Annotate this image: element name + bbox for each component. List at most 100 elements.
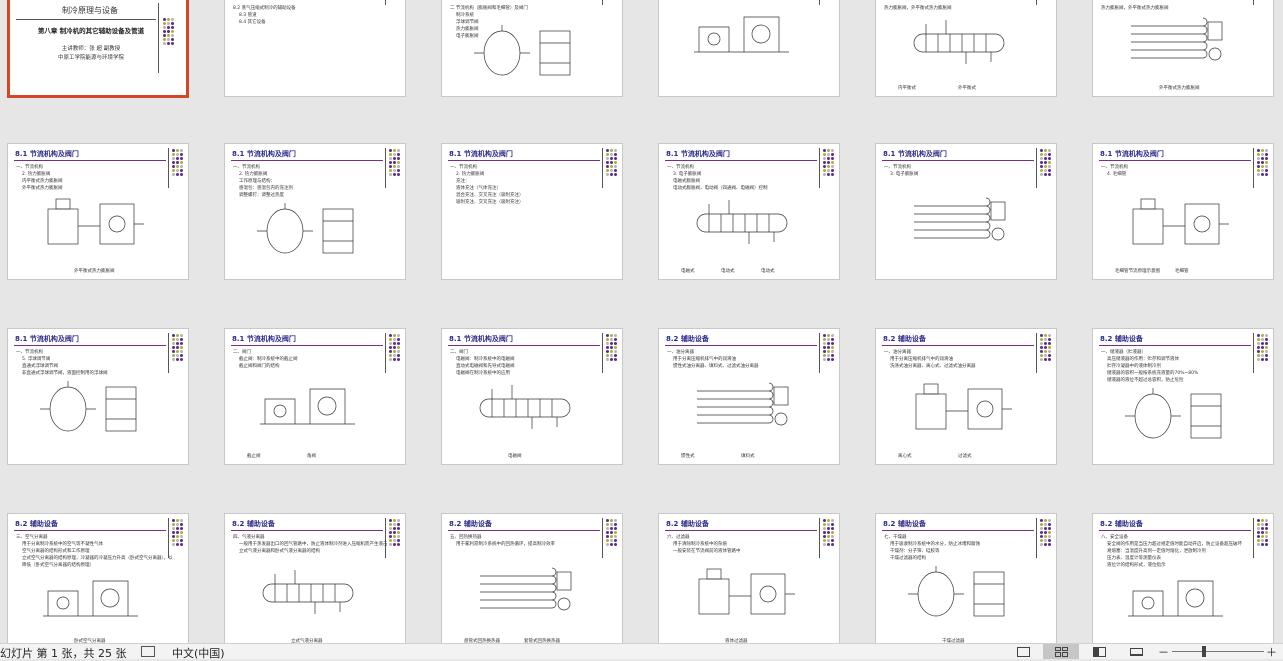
slide-title: 8.2 辅助设备 [449, 520, 492, 528]
slide-bullet: 储液器的容积一般按系统充液量的70%~80% [1107, 371, 1199, 376]
vertical-rule [1036, 148, 1037, 188]
slide-bullet: 一、节流机构 [16, 165, 43, 170]
slide-thumbnail-21[interactable]: 8.2 辅助设备 五、回热换热器 用于氟利昂制冷系统中的回热循环，提高制冷效率 盘管式… [441, 513, 623, 643]
slide-bullet: 惯性式油分离器、填料式、过滤式油分离器 [673, 364, 759, 369]
slide-bullet: 六、过滤器 [667, 535, 690, 540]
slide-bullet: 截止阀：制冷系统中的截止阀 [239, 357, 298, 362]
figure-caption: 角阀 [307, 454, 316, 459]
slideshow-view-button[interactable] [1118, 644, 1154, 659]
title-rule [882, 160, 1034, 161]
slide-bullet: 调整螺钉：调整过热度 [239, 193, 284, 198]
figure-caption: 惯性式 [681, 454, 695, 459]
title-rule [665, 160, 817, 161]
slide-thumbnail-5[interactable]: 热力膨胀阀，外平衡式热力膨胀阀 内平衡式 外平衡式 [875, 0, 1057, 97]
slide-thumbnail-6[interactable]: 热力膨胀阀，外平衡式热力膨胀阀外平衡式热力膨胀阀 [1092, 0, 1274, 97]
slide-thumbnail-23[interactable]: 8.2 辅助设备 七、干燥器 用于吸收制冷系统中的水分，防止冰堵和腐蚀 干燥剂：分子筛… [875, 513, 1057, 643]
slide-bullet: 直通式浮球调节阀 [22, 364, 58, 369]
slide-bullet: 一、油分离器 [667, 350, 694, 355]
slide-thumbnail-18[interactable]: 8.2 辅助设备 一、储液器（贮液器） 高压储液器的作用：贮存和调节液体 贮存冷凝器中… [1092, 328, 1274, 465]
slide-thumbnail-15[interactable]: 8.1 节流机构及阀门 二、阀门 电磁阀：制冷系统中的电磁阀 直动式电磁阀和先导式电磁… [441, 328, 623, 465]
slide-figure [906, 14, 1016, 78]
zoom-slider-thumb[interactable] [1202, 646, 1206, 657]
zoom-in-button[interactable]: ＋ [1266, 644, 1277, 660]
slide-bullet: 电磁式膨胀阀 [673, 179, 700, 184]
slide-bullet: 一、节流机构 [450, 165, 477, 170]
decorative-dots [606, 334, 620, 361]
slide-thumbnail-16[interactable]: 8.2 辅助设备 一、油分离器 用于分离压缩机排气中的润滑油 惯性式油分离器、填料式、… [658, 328, 840, 465]
diagram-figure [257, 203, 354, 254]
slide-thumbnail-24[interactable]: 8.2 辅助设备 八、安全设备 安全阀的作用是当压力超过规定值时能自动开启，防止设备… [1092, 513, 1274, 643]
title-rule [1099, 345, 1251, 346]
slide-thumbnail-2[interactable]: 8.2 蒸气压缩式制冷的辅助设备 8.3 管道 8.4 其它设备 [224, 0, 406, 97]
slide-bullet: 三、空气分离器 [16, 535, 48, 540]
vertical-rule [602, 0, 603, 5]
slide-sorter-view-button[interactable] [1043, 644, 1079, 659]
slide-title: 8.2 辅助设备 [883, 520, 926, 528]
slide-bullet: 一、节流机构 [16, 350, 43, 355]
title-rule [231, 530, 383, 531]
slide-thumbnail-8[interactable]: 8.1 节流机构及阀门 一、节流机构 2. 热力膨胀阀 工作原理与结构： 感温包：感温包… [224, 143, 406, 280]
diagram-figure [43, 580, 138, 617]
vertical-rule [819, 0, 820, 5]
slide-thumbnail-14[interactable]: 8.1 节流机构及阀门 二、阀门 截止阀：制冷系统中的截止阀 截止阀和阀门的结构 截止阀… [224, 328, 406, 465]
vertical-rule [819, 148, 820, 188]
slide-subtitle: 第八章 制冷机的其它辅助设备及管道 [37, 27, 145, 35]
slide-figure [906, 379, 1016, 443]
slide-title: 8.1 节流机构及阀门 [449, 150, 513, 158]
reading-view-button[interactable] [1081, 644, 1117, 659]
slide-thumbnail-19[interactable]: 8.2 辅助设备 三、空气分离器 用于分离制冷系统中的空气等不凝性气体 空气分离器的结… [7, 513, 189, 643]
slide-sorter-pane[interactable]: 制冷原理与设备 第八章 制冷机的其它辅助设备及管道 主讲教师：张 超 副教授 中原工学… [0, 0, 1283, 643]
figure-caption: 内平衡式 [898, 86, 916, 91]
figure-caption: 截止阀 [247, 454, 261, 459]
slide-thumbnail-22[interactable]: 8.2 辅助设备 六、过滤器 用于清除制冷系统中的杂质 一般安装在节流阀前的液体管路中… [658, 513, 840, 643]
decorative-dots [172, 334, 186, 361]
normal-view-button[interactable] [1005, 644, 1041, 659]
slide-bullet: 二 节流机构（膨胀阀和毛细管）及阀门 [450, 6, 528, 11]
title-rule [231, 160, 383, 161]
vertical-rule [385, 148, 386, 188]
slide-bullet: 用于氟利昂制冷系统中的回热循环，提高制冷效率 [456, 542, 555, 547]
diagram-figure [260, 388, 355, 425]
diagram-figure [915, 383, 1012, 430]
zoom-out-button[interactable]: － [1158, 644, 1169, 660]
normal-view-icon [1016, 646, 1030, 657]
slide-bullet: 热力膨胀阀，外平衡式热力膨胀阀 [1101, 6, 1169, 11]
slide-bullet: 一、节流机构 [667, 165, 694, 170]
slide-figure [38, 571, 148, 635]
slide-figure [472, 379, 582, 443]
slide-thumbnail-4[interactable] [658, 0, 840, 97]
slide-bullet: 洗涤式油分离器、离心式、过滤式油分离器 [890, 364, 976, 369]
slide-thumbnail-9[interactable]: 8.1 节流机构及阀门 一、节流机构 2. 热力膨胀阀 充注： 液体充注（气体充注） 混合… [441, 143, 623, 280]
slide-figure [472, 564, 582, 628]
slide-thumbnail-11[interactable]: 8.1 节流机构及阀门 一、节流机构 3. 电子膨胀阀 [875, 143, 1057, 280]
decorative-dots [389, 334, 403, 361]
slide-bullet: 易熔塞：当温度升高到一定值时熔化，泄放制冷剂 [1107, 549, 1206, 554]
slide-thumbnail-10[interactable]: 8.1 节流机构及阀门 一、节流机构 3. 电子膨胀阀 电磁式膨胀阀 电动式膨胀阀，电动… [658, 143, 840, 280]
slide-thumbnail-17[interactable]: 8.2 辅助设备 一、油分离器 用于分离压缩机排气中的润滑油 洗涤式油分离器、离心式、… [875, 328, 1057, 465]
slide-bullet: 二、阀门 [450, 350, 468, 355]
slide-figure [1123, 571, 1233, 635]
slide-thumbnail-20[interactable]: 8.2 辅助设备 四、气液分离器 一般用于蒸发器出口的回气管路中，防止液体制冷剂进入… [224, 513, 406, 643]
slide-title: 8.2 辅助设备 [15, 520, 58, 528]
notes-icon[interactable] [141, 646, 155, 657]
slide-figure [38, 379, 148, 443]
vertical-rule [1253, 148, 1254, 188]
slide-thumbnail-12[interactable]: 8.1 节流机构及阀门 一、节流机构 4. 毛细管 毛细管节流原理示意图 毛细管 [1092, 143, 1274, 280]
figure-caption: 外平衡式热力膨胀阀 [1159, 86, 1200, 91]
slide-thumbnail-1[interactable]: 制冷原理与设备 第八章 制冷机的其它辅助设备及管道 主讲教师：张 超 副教授 中原工学… [7, 0, 189, 98]
slide-bullet: 8.4 其它设备 [239, 20, 266, 25]
vertical-rule [1253, 518, 1254, 558]
status-bar: 幻灯片 第 1 张，共 25 张 中文(中国) － ＋ [0, 643, 1283, 660]
slide-title: 8.1 节流机构及阀门 [883, 150, 947, 158]
slide-bullet: 用于分离制冷系统中的空气等不凝性气体 [22, 542, 103, 547]
slide-thumbnail-7[interactable]: 8.1 节流机构及阀门 一、节流机构 2. 热力膨胀阀 内平衡式热力膨胀阀 外平衡式热力… [7, 143, 189, 280]
slide-thumbnail-3[interactable]: 二 节流机构（膨胀阀和毛细管）及阀门 制冷系统 浮球调节阀 热力膨胀阀 电子膨胀阀 [441, 0, 623, 97]
vertical-rule [168, 148, 169, 188]
slide-title: 8.2 辅助设备 [1100, 335, 1143, 343]
zoom-slider-track[interactable] [1172, 651, 1264, 652]
slide-bullet: 降低（卧式空气分离器的结构原理） [22, 563, 94, 568]
figure-caption: 毛细管 [1175, 269, 1189, 274]
diagram-figure [479, 385, 571, 429]
slide-thumbnail-13[interactable]: 8.1 节流机构及阀门 一、节流机构 5. 浮球调节阀 直通式浮球调节阀 非直通式浮球调… [7, 328, 189, 465]
vertical-rule [819, 333, 820, 373]
